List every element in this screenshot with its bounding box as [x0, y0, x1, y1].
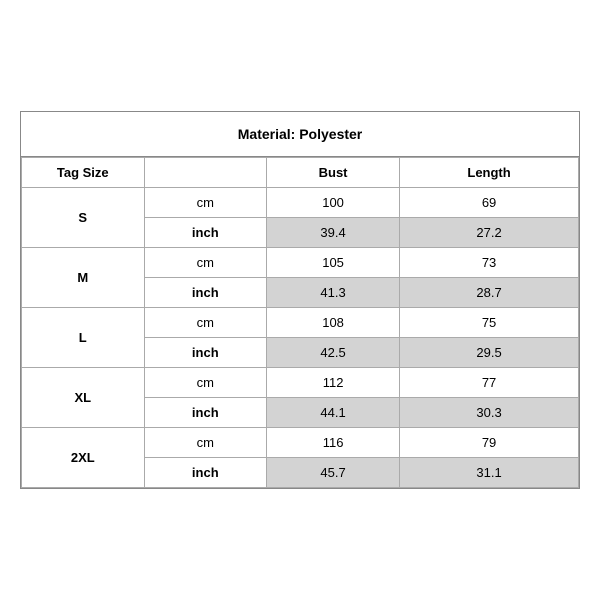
chart-title: Material: Polyester: [21, 112, 579, 157]
length-cm-value: 79: [400, 428, 579, 458]
length-inch-value: 28.7: [400, 278, 579, 308]
bust-cm-value: 105: [267, 248, 400, 278]
length-inch-value: 29.5: [400, 338, 579, 368]
table-row: 2XL cm 116 79: [22, 428, 579, 458]
unit-inch-cell: inch: [144, 398, 267, 428]
bust-inch-value: 45.7: [267, 458, 400, 488]
unit-header: [144, 158, 267, 188]
table-header-row: Tag Size Bust Length: [22, 158, 579, 188]
unit-cm-cell: cm: [144, 188, 267, 218]
bust-inch-value: 39.4: [267, 218, 400, 248]
table-row: S cm 100 69: [22, 188, 579, 218]
bust-inch-value: 42.5: [267, 338, 400, 368]
length-inch-value: 27.2: [400, 218, 579, 248]
unit-inch-cell: inch: [144, 218, 267, 248]
unit-inch-cell: inch: [144, 338, 267, 368]
length-inch-value: 30.3: [400, 398, 579, 428]
size-table: Tag Size Bust Length S cm 100 69 inch 39…: [21, 157, 579, 488]
length-inch-value: 31.1: [400, 458, 579, 488]
unit-cm-cell: cm: [144, 428, 267, 458]
unit-cm-cell: cm: [144, 308, 267, 338]
length-cm-value: 69: [400, 188, 579, 218]
length-cm-value: 77: [400, 368, 579, 398]
table-row: M cm 105 73: [22, 248, 579, 278]
tag-size-header: Tag Size: [22, 158, 145, 188]
size-chart-container: Material: Polyester Tag Size Bust Length…: [20, 111, 580, 489]
length-cm-value: 73: [400, 248, 579, 278]
tag-size-cell: S: [22, 188, 145, 248]
length-cm-value: 75: [400, 308, 579, 338]
bust-header: Bust: [267, 158, 400, 188]
bust-cm-value: 108: [267, 308, 400, 338]
tag-size-cell: 2XL: [22, 428, 145, 488]
tag-size-cell: M: [22, 248, 145, 308]
unit-cm-cell: cm: [144, 368, 267, 398]
bust-cm-value: 116: [267, 428, 400, 458]
table-row: XL cm 112 77: [22, 368, 579, 398]
unit-inch-cell: inch: [144, 278, 267, 308]
table-row: L cm 108 75: [22, 308, 579, 338]
length-header: Length: [400, 158, 579, 188]
bust-cm-value: 100: [267, 188, 400, 218]
bust-cm-value: 112: [267, 368, 400, 398]
unit-inch-cell: inch: [144, 458, 267, 488]
bust-inch-value: 44.1: [267, 398, 400, 428]
tag-size-cell: XL: [22, 368, 145, 428]
unit-cm-cell: cm: [144, 248, 267, 278]
tag-size-cell: L: [22, 308, 145, 368]
bust-inch-value: 41.3: [267, 278, 400, 308]
